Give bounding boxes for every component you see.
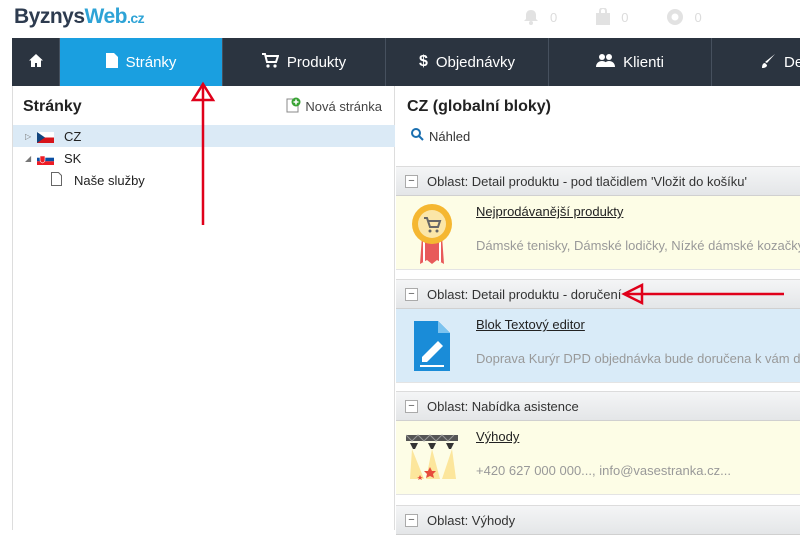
tab-pages[interactable]: Stránky [60, 38, 223, 86]
spotlight-icon [405, 425, 458, 491]
collapse-button[interactable]: − [405, 174, 418, 188]
area-header[interactable]: − Oblast: Nabídka asistence [396, 391, 800, 421]
lifebuoy-count: 0 [694, 9, 702, 25]
block-item[interactable]: Výhody +420 627 000 000..., info@vasestr… [396, 421, 800, 495]
home-button[interactable] [12, 38, 60, 86]
collapse-button[interactable]: − [405, 399, 418, 413]
bag-count: 0 [621, 9, 629, 25]
bag-icon[interactable] [595, 8, 611, 26]
expand-icon[interactable]: ▷ [25, 132, 33, 141]
tab-clients[interactable]: Klienti [549, 38, 712, 86]
new-page-button[interactable]: Nová stránka [286, 97, 382, 116]
tab-orders[interactable]: $ Objednávky [386, 38, 549, 86]
content-panel: CZ (globalní bloky) Náhled − Oblast: Det… [396, 86, 800, 535]
annotation-arrow-left [621, 282, 784, 306]
notifications: 0 0 0 [522, 8, 702, 26]
preview-link[interactable]: Náhled [411, 128, 470, 144]
block-item[interactable]: Blok Textový editor Doprava Kurýr DPD ob… [396, 309, 800, 383]
dollar-icon: $ [418, 53, 428, 70]
block-title[interactable]: Výhody [476, 429, 519, 444]
collapse-button[interactable]: − [405, 513, 418, 527]
brush-icon [762, 53, 776, 72]
main-nav: Stránky Produkty $ Objednávky Klienti De [12, 38, 800, 86]
page-icon [51, 171, 62, 189]
content-title: CZ (globalní bloky) [407, 98, 551, 115]
area-header[interactable]: − Oblast: Detail produktu - pod tlačidle… [396, 166, 800, 196]
block-title[interactable]: Nejprodávanější produkty [476, 204, 623, 219]
tab-products[interactable]: Produkty [223, 38, 386, 86]
block-item[interactable]: Nejprodávanější produkty Dámské tenisky,… [396, 196, 800, 270]
file-icon [105, 52, 118, 72]
document-edit-icon [406, 313, 458, 379]
collapse-icon[interactable]: ◢ [25, 154, 33, 163]
top-bar: ByznysWeb.cz 0 0 0 [0, 0, 800, 38]
bell-count: 0 [550, 9, 558, 25]
block-description: +420 627 000 000..., info@vasestranka.cz… [476, 463, 731, 478]
add-page-icon [286, 97, 301, 116]
tab-design[interactable]: De [712, 38, 800, 86]
block-description: Dámské tenisky, Dámské lodičky, Nízké dá… [476, 238, 800, 253]
logo[interactable]: ByznysWeb.cz [14, 5, 145, 29]
flag-sk-icon [37, 153, 54, 165]
bell-icon[interactable] [522, 8, 540, 26]
search-icon [411, 128, 424, 144]
block-title[interactable]: Blok Textový editor [476, 317, 585, 332]
cart-icon [261, 52, 280, 72]
home-icon [28, 53, 44, 72]
users-icon [596, 53, 616, 71]
pages-title: Stránky [23, 98, 82, 115]
lifebuoy-icon[interactable] [666, 8, 684, 26]
flag-cz-icon [37, 131, 54, 143]
annotation-arrow-up [190, 81, 216, 225]
collapse-button[interactable]: − [405, 287, 418, 301]
area-header[interactable]: − Oblast: Výhody [396, 505, 800, 535]
badge-icon [406, 200, 458, 266]
block-description: Doprava Kurýr DPD objednávka bude doruče… [476, 351, 800, 366]
